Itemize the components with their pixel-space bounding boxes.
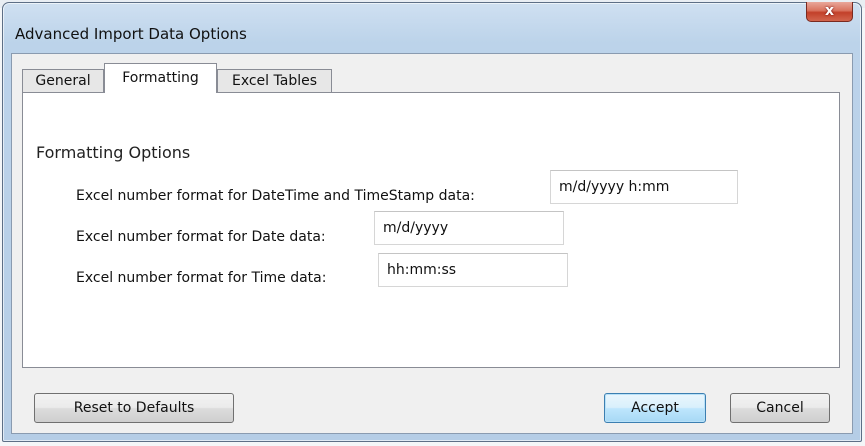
cancel-button[interactable]: Cancel (730, 393, 830, 423)
time-format-input[interactable] (378, 253, 568, 287)
tab-formatting[interactable]: Formatting (104, 63, 217, 93)
close-button[interactable]: x (806, 2, 853, 22)
time-format-label: Excel number format for Time data: (76, 270, 327, 286)
accept-button[interactable]: Accept (604, 393, 706, 423)
formatting-options-heading: Formatting Options (36, 143, 191, 162)
tab-general[interactable]: General (22, 69, 104, 93)
reset-to-defaults-button[interactable]: Reset to Defaults (34, 393, 234, 423)
datetime-format-input[interactable] (550, 170, 738, 204)
close-icon: x (824, 3, 835, 19)
date-format-input[interactable] (374, 211, 564, 245)
datetime-format-label: Excel number format for DateTime and Tim… (76, 188, 475, 204)
dialog-content: General Formatting Excel Tables Formatti… (11, 53, 853, 434)
dialog-title: Advanced Import Data Options (15, 25, 247, 43)
dialog-window: Advanced Import Data Options x General F… (2, 2, 862, 442)
tab-excel-tables[interactable]: Excel Tables (217, 69, 332, 93)
date-format-label: Excel number format for Date data: (76, 229, 326, 245)
